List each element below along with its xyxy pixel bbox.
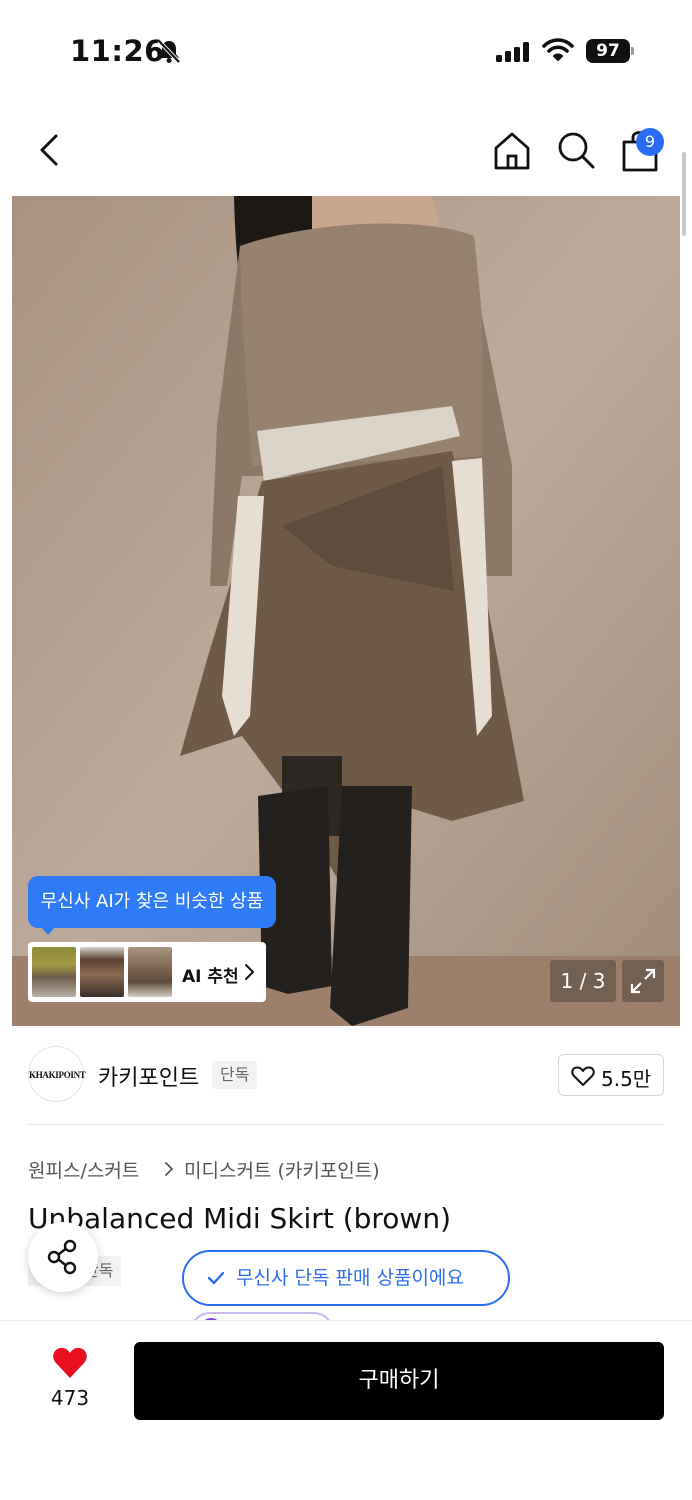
ai-reco-label: AI 추천 [182,967,239,987]
status-time: 11:26 [70,34,165,68]
expand-image-button[interactable] [622,960,664,1002]
breadcrumb-category[interactable]: 원피스/스커트 [28,1156,139,1183]
brand-like-button[interactable]: 5.5만 [558,1054,664,1096]
chevron-right-icon [245,964,254,980]
share-button[interactable] [28,1222,98,1292]
brand-exclusive-tag: 단독 [212,1061,258,1089]
wish-count: 473 [50,1386,90,1410]
ai-similar-tooltip[interactable]: 무신사 AI가 찾은 비슷한 상품 [28,876,276,928]
ai-thumbnail-3 [128,947,172,997]
expand-icon [630,968,656,994]
brand-logo[interactable]: KHAKIPOINT [28,1046,86,1102]
wifi-icon [542,38,574,61]
ai-recommendation-button[interactable]: AI 추천 [28,942,266,1002]
heart-outline-icon [571,1066,595,1086]
exclusive-notice-text: 무신사 단독 판매 상품이에요 [236,1267,464,1289]
image-page-counter: 1 / 3 [550,960,616,1002]
home-icon [494,132,530,170]
cellular-signal-icon [496,42,529,62]
ai-thumbnail-1 [32,947,76,997]
search-icon [558,132,595,169]
bell-muted-icon [157,39,181,64]
status-bar: 11:26 97 [0,0,692,100]
scrollbar[interactable] [682,152,686,236]
exclusive-notice-toast: 무신사 단독 판매 상품이에요 [182,1250,510,1306]
brand-like-count: 5.5만 [601,1067,652,1091]
ai-thumbnail-2 [80,947,124,997]
top-navigation [0,112,692,192]
brand-name[interactable]: 카키포인트 [98,1060,199,1092]
battery-cap [631,47,634,55]
home-button[interactable] [490,128,534,172]
heart-filled-icon[interactable] [52,1346,88,1380]
back-button[interactable] [30,130,70,170]
chevron-right-icon [165,1162,173,1176]
buy-button[interactable]: 구매하기 [134,1342,664,1420]
check-icon [207,1271,225,1285]
share-icon [47,1239,77,1275]
search-button[interactable] [554,128,598,172]
breadcrumb-subcategory[interactable]: 미디스커트 (카키포인트) [184,1156,380,1183]
ai-tooltip-tail [40,926,56,935]
back-icon [40,134,58,166]
divider [28,1124,664,1125]
cart-count-badge: 9 [636,128,664,156]
battery-indicator: 97 [586,39,630,63]
